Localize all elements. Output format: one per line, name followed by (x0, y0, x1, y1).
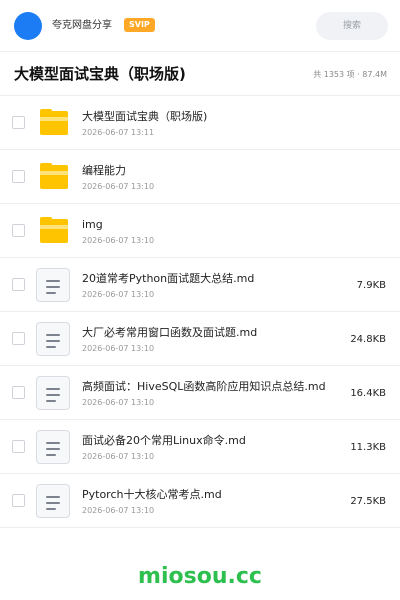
folder-icon (38, 109, 68, 139)
row-checkbox[interactable] (12, 224, 25, 237)
document-icon (36, 484, 70, 518)
file-name: 大厂必考常用窗口函数及面试题.md (82, 326, 258, 339)
page-title: 大模型面试宝典（职场版) (14, 65, 186, 83)
file-name: 高频面试：HiveSQL函数高阶应用知识点总结.md (82, 380, 326, 393)
file-row[interactable]: 大模型面试宝典（职场版) 2026-06-07 13:11 (0, 96, 400, 150)
row-checkbox[interactable] (12, 440, 25, 453)
avatar[interactable] (14, 12, 42, 40)
file-date: 2026-06-07 13:10 (82, 452, 155, 461)
file-size: 11.3KB (350, 442, 386, 453)
file-name: 面试必备20个常用Linux命令.md (82, 434, 246, 447)
search-button[interactable]: 搜索 (316, 12, 388, 40)
row-checkbox[interactable] (12, 494, 25, 507)
file-name: Pytorch十大核心常考点.md (82, 488, 222, 501)
brand-name: 夸克网盘分享 (52, 20, 112, 31)
file-name: 大模型面试宝典（职场版) (82, 110, 208, 123)
folder-header: 大模型面试宝典（职场版) 共 1353 项 · 87.4M (0, 52, 400, 96)
file-list: 大模型面试宝典（职场版) 2026-06-07 13:11 编程能力 2026-… (0, 96, 400, 528)
row-checkbox[interactable] (12, 332, 25, 345)
folder-icon (38, 163, 68, 193)
row-checkbox[interactable] (12, 386, 25, 399)
file-size: 16.4KB (350, 388, 386, 399)
file-row[interactable]: 高频面试：HiveSQL函数高阶应用知识点总结.md 2026-06-07 13… (0, 366, 400, 420)
file-date: 2026-06-07 13:10 (82, 506, 155, 515)
file-row[interactable]: 面试必备20个常用Linux命令.md 2026-06-07 13:10 11.… (0, 420, 400, 474)
file-date: 2026-06-07 13:10 (82, 398, 155, 407)
file-name: 20道常考Python面试题大总结.md (82, 272, 255, 285)
row-checkbox[interactable] (12, 170, 25, 183)
svip-badge: SVIP (124, 18, 155, 32)
file-date: 2026-06-07 13:10 (82, 182, 155, 191)
file-size: 24.8KB (350, 334, 386, 345)
document-icon (36, 268, 70, 302)
file-row[interactable]: Pytorch十大核心常考点.md 2026-06-07 13:10 27.5K… (0, 474, 400, 528)
document-icon (36, 376, 70, 410)
watermark: miosou.cc (138, 564, 262, 589)
file-row[interactable]: 编程能力 2026-06-07 13:10 (0, 150, 400, 204)
file-name: 编程能力 (82, 164, 126, 177)
file-date: 2026-06-07 13:10 (82, 236, 155, 245)
file-size: 27.5KB (350, 496, 386, 507)
file-date: 2026-06-07 13:10 (82, 290, 155, 299)
top-bar: 夸克网盘分享 SVIP 搜索 (0, 0, 400, 52)
file-name: img (82, 218, 103, 231)
item-summary: 共 1353 项 · 87.4M (313, 70, 387, 79)
file-row[interactable]: 大厂必考常用窗口函数及面试题.md 2026-06-07 13:10 24.8K… (0, 312, 400, 366)
row-checkbox[interactable] (12, 116, 25, 129)
file-size: 7.9KB (356, 280, 386, 291)
row-checkbox[interactable] (12, 278, 25, 291)
folder-icon (38, 217, 68, 247)
file-date: 2026-06-07 13:11 (82, 128, 155, 137)
document-icon (36, 430, 70, 464)
file-row[interactable]: img 2026-06-07 13:10 (0, 204, 400, 258)
file-row[interactable]: 20道常考Python面试题大总结.md 2026-06-07 13:10 7.… (0, 258, 400, 312)
document-icon (36, 322, 70, 356)
file-date: 2026-06-07 13:10 (82, 344, 155, 353)
